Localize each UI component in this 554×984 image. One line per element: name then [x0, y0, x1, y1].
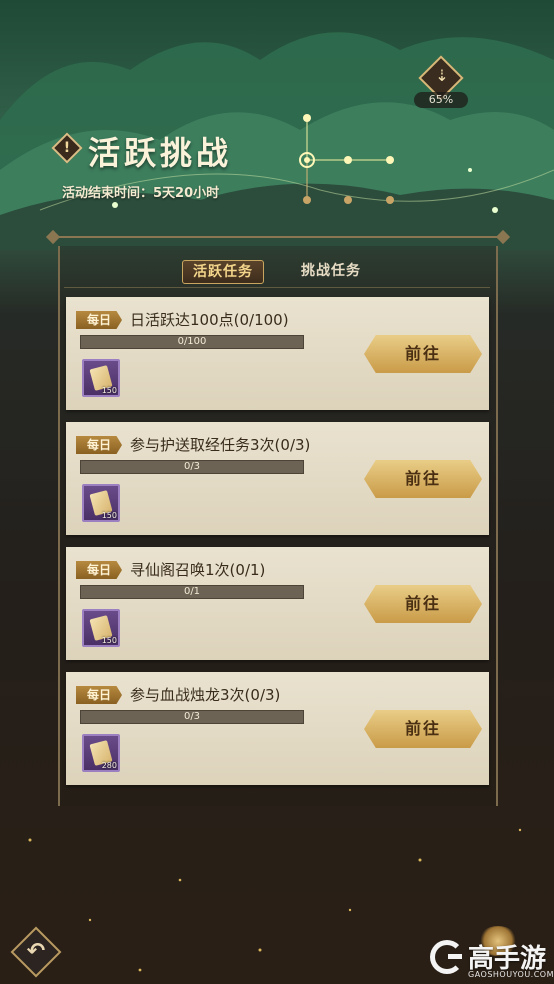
task-description: 日活跃达100点(0/100) — [130, 311, 289, 329]
watermark-logo-bar — [448, 954, 462, 959]
mountain-background — [0, 32, 554, 250]
reward-count: 280 — [101, 761, 117, 770]
go-button[interactable]: 前往 — [364, 460, 482, 498]
daily-tag: 每日 — [76, 311, 122, 329]
download-icon: ⇣ — [435, 66, 449, 85]
daily-tag: 每日 — [76, 436, 122, 454]
task-description: 参与血战烛龙3次(0/3) — [130, 686, 281, 704]
daily-tag: 每日 — [76, 686, 122, 704]
download-percent: 65% — [414, 92, 468, 108]
tab-active-tasks[interactable]: 活跃任务 — [182, 260, 264, 284]
task-card: 每日 日活跃达100点(0/100) 0/100 150 前往 — [66, 297, 489, 410]
task-progress-bar: 0/3 — [80, 460, 304, 474]
reward-count: 150 — [101, 386, 117, 395]
task-card: 每日 参与护送取经任务3次(0/3) 0/3 150 前往 — [66, 422, 489, 535]
event-end-time: 活动结束时间：5天20小时 — [62, 186, 220, 201]
task-description: 参与护送取经任务3次(0/3) — [130, 436, 311, 454]
daily-tag: 每日 — [76, 561, 122, 579]
panel-top-ornament — [52, 236, 504, 246]
progress-label: 0/1 — [183, 586, 201, 597]
task-progress-bar: 0/3 — [80, 710, 304, 724]
task-card: 每日 参与血战烛龙3次(0/3) 0/3 280 前往 — [66, 672, 489, 785]
progress-label: 0/3 — [183, 711, 201, 722]
reward-item-slot[interactable]: 280 — [82, 734, 120, 772]
progress-label: 0/100 — [177, 336, 207, 347]
reward-count: 150 — [101, 511, 117, 520]
go-button[interactable]: 前往 — [364, 585, 482, 623]
reward-count: 150 — [101, 636, 117, 645]
task-progress-bar: 0/100 — [80, 335, 304, 349]
reward-item-slot[interactable]: 150 — [82, 484, 120, 522]
task-progress-bar: 0/1 — [80, 585, 304, 599]
task-card: 每日 寻仙阁召唤1次(0/1) 0/1 150 前往 — [66, 547, 489, 660]
reward-item-slot[interactable]: 150 — [82, 359, 120, 397]
task-description: 寻仙阁召唤1次(0/1) — [130, 561, 266, 579]
watermark: 高手游 GAOSHOUYOU.COM — [426, 940, 554, 984]
progress-label: 0/3 — [183, 461, 201, 472]
page-title: 活跃挑战 — [88, 134, 233, 172]
back-arrow-icon: ↶ — [26, 939, 46, 964]
watermark-domain: GAOSHOUYOU.COM — [468, 970, 554, 979]
tab-challenge-tasks[interactable]: 挑战任务 — [290, 260, 372, 284]
go-button[interactable]: 前往 — [364, 710, 482, 748]
tab-bar — [64, 258, 490, 288]
go-button[interactable]: 前往 — [364, 335, 482, 373]
reward-item-slot[interactable]: 150 — [82, 609, 120, 647]
info-icon: ! — [63, 140, 71, 156]
